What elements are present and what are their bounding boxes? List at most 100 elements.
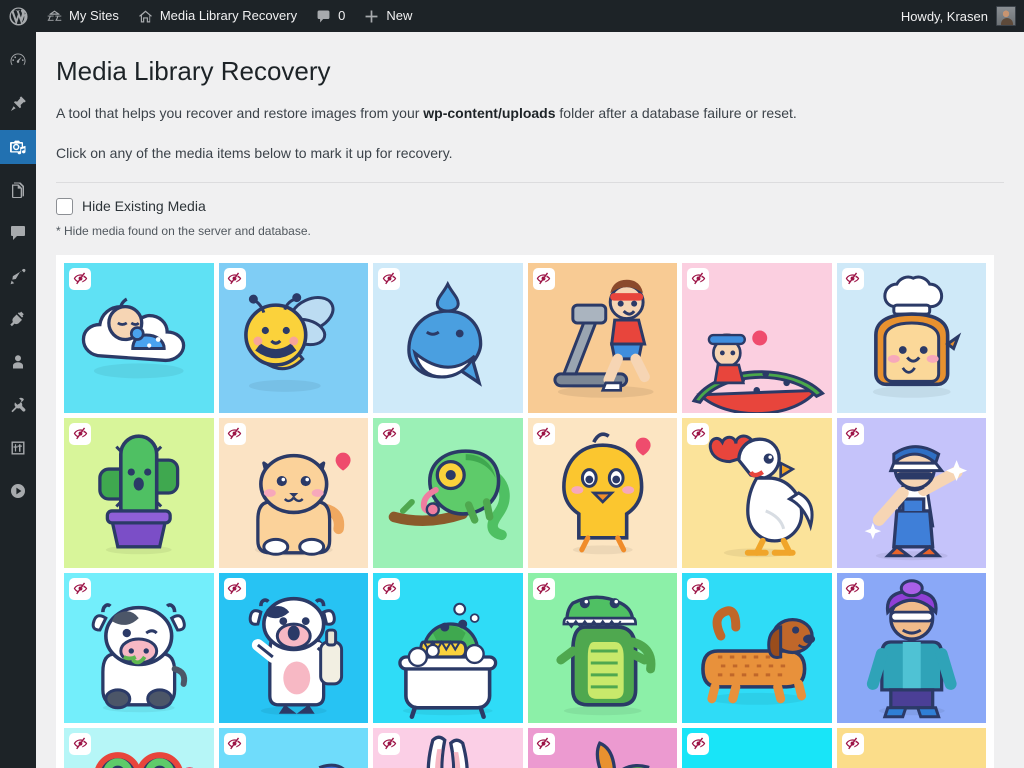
wordpress-logo-icon [9,6,28,26]
media-tile-white-rabbit[interactable] [373,727,523,768]
eye-slash-icon[interactable] [69,422,91,445]
eye-slash-icon[interactable] [69,577,91,600]
sidebar-item-users[interactable] [0,345,36,379]
eye-slash-icon[interactable] [223,577,246,600]
media-grid [64,262,986,768]
media-tile-chef-bread-toast[interactable] [836,262,986,413]
eye-slash-icon[interactable] [378,577,400,600]
media-tile-crocodile-in-bathtub[interactable] [373,572,523,723]
sites-icon [46,8,63,25]
sidebar-divider [0,250,36,259]
eye-slash-icon[interactable] [223,422,246,445]
media-tile-baby-chick[interactable] [527,417,677,568]
eye-slash-icon[interactable] [687,732,709,755]
admin-bar-item-site-name[interactable]: Media Library Recovery [128,0,306,32]
page-description: A tool that helps you recover and restor… [56,103,1004,124]
media-icon [8,137,28,157]
eye-slash-icon[interactable] [378,422,400,445]
media-tile-cow-eating-grass[interactable] [64,572,214,723]
page-instruction: Click on any of the media items below to… [56,144,453,161]
eye-slash-icon[interactable] [69,732,91,755]
eye-slash-icon[interactable] [841,577,864,600]
sidebar-divider [0,78,36,87]
media-tile-dachshund-hotdog-dog[interactable] [682,572,832,723]
sidebar-item-player[interactable] [0,474,36,508]
sidebar-item-settings[interactable] [0,431,36,465]
admin-bar: My Sites Media Library Recovery 0 New Ho… [0,0,1024,32]
eye-slash-icon[interactable] [532,267,555,290]
admin-bar-item-new[interactable]: New [354,0,421,32]
admin-bar-label-my-sites: My Sites [69,8,119,23]
media-tile-blue-whale[interactable] [373,262,523,413]
eye-slash-icon[interactable] [841,422,864,445]
wrench-icon [8,395,28,415]
page-title: Media Library Recovery [56,56,331,86]
comment-icon [315,8,332,25]
sidebar-item-media[interactable] [0,130,44,164]
eye-slash-icon[interactable] [532,422,555,445]
admin-bar-label-new: New [386,8,413,23]
media-tile-cactus-in-pot[interactable] [64,417,214,568]
sidebar-item-appearance[interactable] [0,259,36,293]
howdy-text: Howdy, Krasen [900,8,988,24]
admin-bar-comment-count: 0 [338,8,346,23]
media-tile-red-apple[interactable] [527,727,677,768]
eye-slash-icon[interactable] [841,267,864,290]
media-tile-gym-equipment[interactable] [682,727,832,768]
media-tile-white-rooster[interactable] [682,417,832,568]
user-icon [8,352,28,372]
sidebar-item-posts[interactable] [0,87,36,121]
sidebar-divider [0,379,36,388]
hide-existing-media-label[interactable]: Hide Existing Media [82,198,206,214]
media-tile-cute-cat[interactable] [218,417,368,568]
media-tile-cute-bee[interactable] [218,262,368,413]
sidebar-item-dashboard[interactable] [0,44,36,78]
media-tile-boy-in-winter-coat[interactable] [836,572,986,723]
sidebar-item-comments[interactable] [0,216,36,250]
description-text-after: folder after a database failure or reset… [555,104,797,121]
media-tile-chameleon-on-branch[interactable] [373,417,523,568]
media-tile-dabbing-boy[interactable] [836,417,986,568]
media-tile-frog-with-glasses[interactable] [64,727,214,768]
eye-slash-icon[interactable] [532,577,555,600]
media-tile-cow-with-milk-bottle[interactable] [218,572,368,723]
media-tile-boy-on-treadmill[interactable] [527,262,677,413]
eye-slash-icon[interactable] [841,732,864,755]
sidebar-divider [0,293,36,302]
admin-bar-account[interactable]: Howdy, Krasen [901,0,1024,32]
media-tile-yellow-placeholder[interactable] [836,727,986,768]
media-tile-boy-with-watermelon[interactable] [682,262,832,413]
eye-slash-icon[interactable] [223,732,246,755]
media-tile-green-crocodile[interactable] [527,572,677,723]
eye-slash-icon[interactable] [687,422,709,445]
admin-sidebar [0,32,44,768]
eye-slash-icon[interactable] [378,732,400,755]
eye-slash-icon[interactable] [687,577,709,600]
wordpress-logo-button[interactable] [0,0,37,32]
eye-slash-icon[interactable] [378,267,400,290]
sidebar-divider [0,336,36,345]
media-tile-blue-dolphin[interactable] [218,727,368,768]
eye-slash-icon[interactable] [687,267,709,290]
settings-icon [8,438,28,458]
uploads-path: wp-content/uploads [423,104,556,121]
hide-existing-media-checkbox[interactable] [56,197,73,215]
media-tile-baby-sleeping-on-cloud[interactable] [64,262,214,413]
dashboard-icon [8,51,28,71]
sidebar-item-pages[interactable] [0,173,36,207]
sidebar-divider [0,164,36,173]
brush-icon [8,266,28,286]
divider [56,181,1004,183]
plus-icon [363,8,380,25]
admin-bar-item-comments[interactable]: 0 [306,0,354,32]
sidebar-item-plugins[interactable] [0,302,36,336]
comment-icon [8,223,28,243]
sidebar-divider [0,422,36,431]
eye-slash-icon[interactable] [223,267,246,290]
sidebar-item-tools[interactable] [0,388,36,422]
play-circle-icon [8,481,28,501]
eye-slash-icon[interactable] [532,732,555,755]
admin-bar-item-my-sites[interactable]: My Sites [37,0,128,32]
eye-slash-icon[interactable] [69,267,91,290]
hide-existing-media-row: Hide Existing Media [56,197,1004,215]
